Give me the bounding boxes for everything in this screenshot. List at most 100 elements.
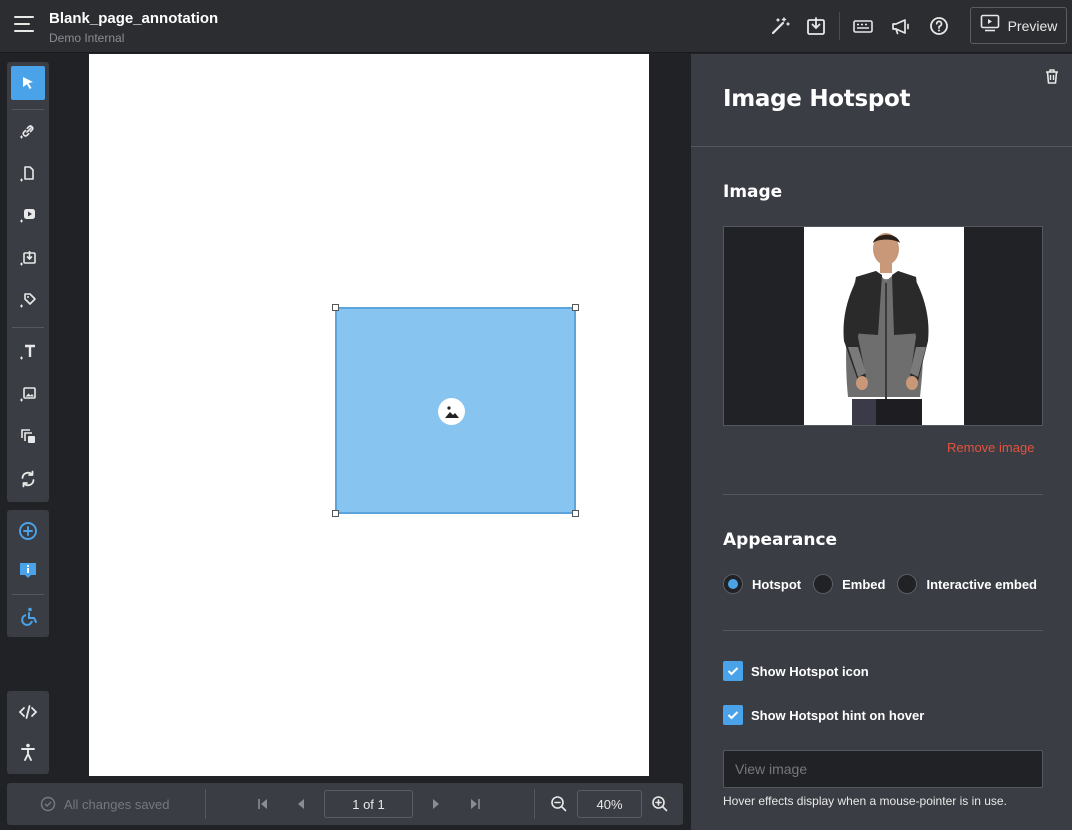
radio-embed-label: Embed [842, 576, 886, 592]
hotspot-hint-input[interactable] [723, 750, 1043, 788]
properties-panel: Image Hotspot Image Remove image Appeara… [691, 54, 1072, 830]
document-title: Blank_page_annotation [49, 10, 219, 27]
checkmark-icon [727, 711, 739, 720]
chevron-right-icon [433, 799, 439, 809]
text-icon [20, 344, 35, 360]
chevron-left-icon [298, 799, 304, 809]
copy-icon [21, 429, 35, 443]
show-hotspot-hint-label: Show Hotspot hint on hover [751, 707, 925, 723]
add-link-tool[interactable] [11, 114, 45, 148]
show-hotspot-icon-option: Show Hotspot icon [723, 661, 869, 681]
accessibility-icon [21, 743, 35, 761]
add-download-tool[interactable] [11, 241, 45, 275]
show-hotspot-hint-checkbox[interactable] [723, 705, 743, 725]
utility-palette [7, 691, 49, 774]
feature-palette [7, 510, 49, 637]
add-feature-button[interactable] [11, 514, 45, 548]
radio-embed[interactable] [813, 574, 834, 594]
save-status: All changes saved [40, 796, 170, 812]
document-page[interactable] [89, 54, 649, 776]
remove-image-link[interactable]: Remove image [947, 440, 1034, 455]
download-icon [20, 251, 36, 266]
resize-handle-top-left[interactable] [332, 304, 339, 311]
select-tool[interactable] [11, 66, 45, 100]
add-tag-tool[interactable] [11, 283, 45, 317]
zoom-in-icon [652, 796, 668, 812]
add-video-tool[interactable] [11, 198, 45, 232]
next-page-button[interactable] [427, 795, 445, 813]
zoom-out-icon [551, 796, 567, 812]
zoom-in-button[interactable] [651, 795, 669, 813]
save-status-text: All changes saved [64, 796, 170, 812]
radio-hotspot[interactable] [723, 574, 743, 594]
replace-tool[interactable] [11, 462, 45, 496]
accessibility-switch-button[interactable] [11, 599, 45, 633]
show-hotspot-icon-label: Show Hotspot icon [751, 663, 869, 679]
megaphone-icon[interactable] [890, 15, 912, 37]
image-preview[interactable] [723, 226, 1043, 426]
check-circle-icon [40, 796, 56, 812]
preview-icon [980, 14, 1000, 37]
preview-label: Preview [1007, 17, 1058, 34]
accessibility-button[interactable] [11, 735, 45, 769]
tag-icon [20, 293, 36, 308]
preview-button[interactable]: Preview [970, 7, 1067, 44]
help-icon[interactable] [928, 15, 950, 37]
section-divider [723, 494, 1043, 495]
radio-interactive-embed[interactable] [897, 574, 918, 594]
resize-handle-top-right[interactable] [572, 304, 579, 311]
add-image-tool[interactable] [11, 377, 45, 411]
last-page-button[interactable] [466, 795, 484, 813]
panel-divider [691, 146, 1072, 147]
radio-hotspot-label: Hotspot [752, 576, 802, 592]
image-icon [20, 387, 36, 402]
bottom-divider [534, 789, 535, 819]
last-page-icon [471, 799, 480, 809]
download-icon[interactable] [805, 15, 827, 37]
tool-palette [7, 62, 49, 502]
hotspot-image-icon [438, 398, 465, 425]
refresh-icon [21, 470, 35, 488]
document-subtitle: Demo Internal [49, 31, 125, 45]
hover-help-text: Hover effects display when a mouse-point… [723, 794, 1007, 808]
resize-handle-bottom-right[interactable] [572, 510, 579, 517]
copy-tool[interactable] [11, 419, 45, 453]
top-bar: Blank_page_annotation Demo Internal Prev… [0, 0, 1072, 53]
code-icon [18, 705, 38, 719]
tool-divider [12, 109, 44, 110]
delete-hotspot-button[interactable] [1043, 67, 1061, 85]
accessibility-wheelchair-icon [21, 607, 37, 626]
appearance-options: Hotspot Embed Interactive embed [723, 574, 1049, 594]
tool-divider [12, 327, 44, 328]
show-hotspot-icon-checkbox[interactable] [723, 661, 743, 681]
appearance-section-title: Appearance [723, 530, 838, 550]
show-hotspot-hint-option: Show Hotspot hint on hover [723, 705, 924, 725]
embed-code-button[interactable] [11, 695, 45, 729]
bottom-bar: All changes saved 1 of 1 40% [7, 783, 683, 825]
toolbar-divider [839, 12, 840, 40]
video-icon [20, 209, 35, 223]
first-page-button[interactable] [254, 795, 272, 813]
link-icon [20, 125, 34, 139]
hamburger-menu-icon[interactable] [14, 16, 36, 36]
magic-wand-icon[interactable] [769, 15, 791, 37]
page-indicator[interactable]: 1 of 1 [324, 790, 413, 818]
radio-interactive-embed-label: Interactive embed [926, 576, 1037, 592]
info-icon [20, 563, 36, 578]
zoom-level[interactable]: 40% [577, 790, 642, 818]
keyboard-icon[interactable] [852, 15, 874, 37]
zoom-out-button[interactable] [550, 795, 568, 813]
add-page-tool[interactable] [11, 157, 45, 191]
add-text-tool[interactable] [11, 335, 45, 369]
image-hotspot[interactable] [332, 304, 579, 517]
checkmark-icon [727, 667, 739, 676]
resize-handle-bottom-left[interactable] [332, 510, 339, 517]
product-photo [804, 227, 964, 425]
image-section-title: Image [723, 182, 783, 202]
cursor-icon [23, 77, 33, 89]
page-icon [20, 166, 34, 182]
previous-page-button[interactable] [292, 795, 310, 813]
info-button[interactable] [11, 553, 45, 587]
tool-divider [12, 594, 44, 595]
first-page-icon [258, 799, 267, 809]
